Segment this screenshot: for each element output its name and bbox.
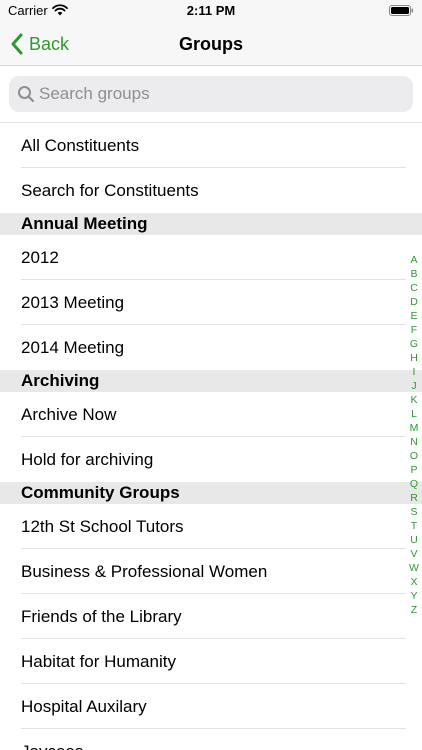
list-item-label: 12th St School Tutors xyxy=(21,516,184,536)
list-item-label: 2012 xyxy=(21,247,59,267)
list-item[interactable]: Habitat for Humanity xyxy=(0,639,422,684)
list-item-label: Hold for archiving xyxy=(21,449,154,469)
index-letter[interactable]: F xyxy=(406,323,422,337)
index-letter[interactable]: T xyxy=(406,519,422,533)
list-item-label: 2014 Meeting xyxy=(21,337,125,357)
list-item-label: 2013 Meeting xyxy=(21,292,125,312)
search-bar xyxy=(0,67,422,123)
list-item-label: Search for Constituents xyxy=(21,180,199,200)
index-letter[interactable]: B xyxy=(406,267,422,281)
status-time: 2:11 PM xyxy=(186,3,236,18)
section-header-archiving: Archiving xyxy=(0,370,422,392)
list-item-label: Archive Now xyxy=(21,404,117,424)
index-letter[interactable]: C xyxy=(406,281,422,295)
list-item[interactable]: Friends of the Library xyxy=(0,594,422,639)
list-item-search-constituents[interactable]: Search for Constituents xyxy=(0,168,422,213)
index-letter[interactable]: X xyxy=(406,575,422,589)
search-field[interactable] xyxy=(9,76,413,112)
battery-icon xyxy=(389,5,414,16)
list-item-label: Jaycees xyxy=(21,742,83,750)
list-item[interactable]: Archive Now xyxy=(0,392,422,437)
list-item-label: Habitat for Humanity xyxy=(21,651,176,671)
list-item[interactable]: Hold for archiving xyxy=(0,437,422,482)
section-header-community-groups: Community Groups xyxy=(0,482,422,504)
list-item[interactable]: Hospital Auxilary xyxy=(0,684,422,729)
section-index[interactable]: A B C D E F G H I J K L M N O P Q R S T … xyxy=(406,253,422,617)
status-bar: Carrier 2:11 PM xyxy=(0,0,422,22)
index-letter[interactable]: Y xyxy=(406,589,422,603)
index-letter[interactable]: R xyxy=(406,491,422,505)
list-item[interactable]: Jaycees xyxy=(0,729,422,750)
list-item-label: Hospital Auxilary xyxy=(21,696,147,716)
index-letter[interactable]: J xyxy=(406,379,422,393)
index-letter[interactable]: I xyxy=(406,365,422,379)
list-item-label: All Constituents xyxy=(21,135,140,155)
section-header-annual-meeting: Annual Meeting xyxy=(0,213,422,235)
index-letter[interactable]: M xyxy=(406,421,422,435)
list-item[interactable]: 2014 Meeting xyxy=(0,325,422,370)
navigation-bar: Back Groups xyxy=(0,22,422,66)
index-letter[interactable]: W xyxy=(406,561,422,575)
list-item[interactable]: 2013 Meeting xyxy=(0,280,422,325)
index-letter[interactable]: U xyxy=(406,533,422,547)
list-item-label: Business & Professional Women xyxy=(21,561,268,581)
index-letter[interactable]: A xyxy=(406,253,422,267)
search-input[interactable] xyxy=(39,76,405,112)
index-letter[interactable]: K xyxy=(406,393,422,407)
index-letter[interactable]: Q xyxy=(406,477,422,491)
index-letter[interactable]: E xyxy=(406,309,422,323)
index-letter[interactable]: N xyxy=(406,435,422,449)
list-item[interactable]: 12th St School Tutors xyxy=(0,504,422,549)
index-letter[interactable]: V xyxy=(406,547,422,561)
index-letter[interactable]: P xyxy=(406,463,422,477)
index-letter[interactable]: O xyxy=(406,449,422,463)
groups-list: All Constituents Search for Constituents… xyxy=(0,123,422,750)
index-letter[interactable]: Z xyxy=(406,603,422,617)
page-title: Groups xyxy=(178,34,243,54)
list-item[interactable]: Business & Professional Women xyxy=(0,549,422,594)
list-item-label: Friends of the Library xyxy=(21,606,182,626)
search-icon xyxy=(18,86,35,103)
list-item[interactable]: 2012 xyxy=(0,235,422,280)
index-letter[interactable]: S xyxy=(406,505,422,519)
index-letter[interactable]: D xyxy=(406,295,422,309)
index-letter[interactable]: G xyxy=(406,337,422,351)
index-letter[interactable]: H xyxy=(406,351,422,365)
list-item-all-constituents[interactable]: All Constituents xyxy=(0,123,422,168)
index-letter[interactable]: L xyxy=(406,407,422,421)
